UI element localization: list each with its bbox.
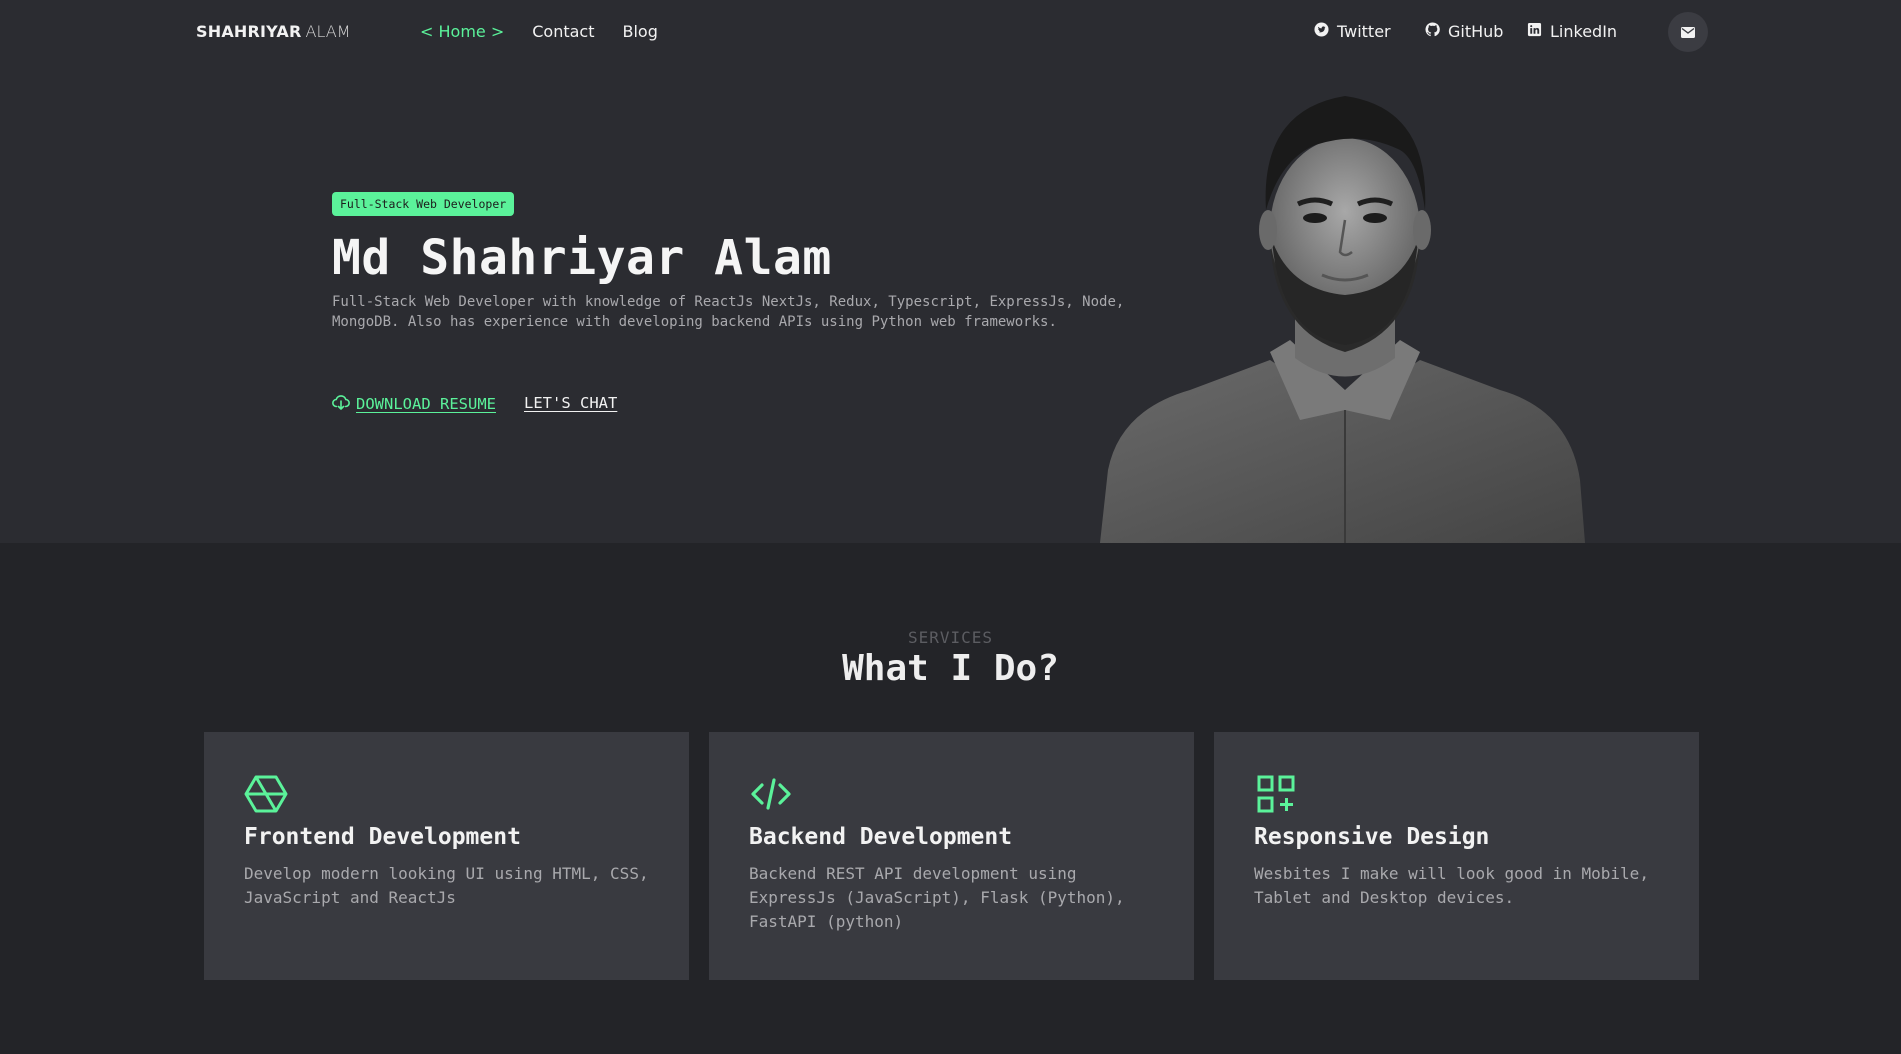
hero-section [0, 0, 1901, 543]
service-text: Wesbites I make will look good in Mobile… [1254, 864, 1649, 907]
github-link[interactable]: GitHub [1425, 22, 1503, 41]
services-title: What I Do? [842, 648, 1059, 689]
role-badge: Full-Stack Web Developer [332, 192, 515, 216]
top-navbar: SHAHRIYAR ALAM < Home > Contact Blog Twit… [0, 0, 1901, 64]
download-resume-label: DOWNLOAD RESUME [356, 395, 496, 413]
hero-name: Md Shahriyar Alam [332, 230, 832, 286]
mail-button[interactable] [1668, 12, 1708, 52]
service-text: Backend REST API development using Expre… [749, 864, 1125, 931]
nav-home-link[interactable]: < Home > [420, 22, 504, 41]
brand-first: SHAHRIYAR [196, 22, 302, 41]
github-label: GitHub [1448, 22, 1504, 41]
service-title: Frontend Development [244, 824, 521, 850]
code-icon [749, 772, 793, 816]
twitter-link[interactable]: Twitter [1314, 22, 1391, 41]
profile-portrait [1100, 90, 1590, 543]
hero-description: Full-Stack Web Developer with knowledge … [332, 294, 1125, 330]
twitter-icon [1314, 22, 1329, 41]
service-title: Backend Development [749, 824, 1013, 850]
nav-contact-link[interactable]: Contact [532, 22, 594, 41]
github-icon [1425, 22, 1440, 41]
service-text: Develop modern looking UI using HTML, CS… [244, 864, 649, 907]
linkedin-link[interactable]: LinkedIn [1527, 22, 1617, 41]
service-card-frontend: Frontend Development Develop modern look… [204, 732, 689, 980]
brand-last: ALAM [305, 22, 351, 41]
brand-logo[interactable]: SHAHRIYAR ALAM [196, 22, 351, 41]
nav-blog-link[interactable]: Blog [622, 22, 657, 41]
hexagon-icon [244, 772, 288, 816]
twitter-label: Twitter [1337, 22, 1391, 41]
service-title: Responsive Design [1254, 824, 1490, 850]
mail-icon [1681, 23, 1695, 42]
main-nav: < Home > Contact Blog [420, 22, 658, 41]
services-kicker: SERVICES [907, 628, 994, 647]
cloud-download-icon [332, 394, 350, 414]
linkedin-icon [1527, 22, 1542, 41]
service-card-backend: Backend Development Backend REST API dev… [709, 732, 1194, 980]
linkedin-label: LinkedIn [1550, 22, 1618, 41]
grid-plus-icon [1254, 772, 1298, 816]
download-resume-button[interactable]: DOWNLOAD RESUME [332, 394, 496, 414]
service-card-responsive: Responsive Design Wesbites I make will l… [1214, 732, 1699, 980]
lets-chat-button[interactable]: LET'S CHAT [524, 394, 617, 412]
